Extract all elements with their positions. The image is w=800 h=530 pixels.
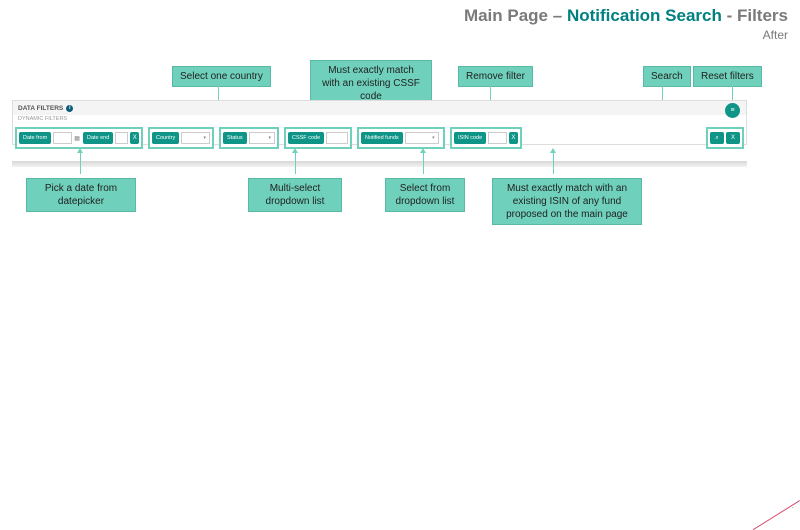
label-date-from: Date from	[19, 132, 51, 144]
dropdown-status[interactable]: ▾	[249, 132, 275, 144]
callout-status: Multi-select dropdown list	[248, 178, 342, 212]
chevron-down-icon: ▾	[268, 135, 271, 141]
info-icon[interactable]: i	[66, 105, 73, 112]
shadow-divider	[12, 161, 747, 167]
arrow-date-bottom	[80, 152, 81, 174]
callout-remove: Remove filter	[458, 66, 533, 87]
input-cssf[interactable]	[326, 132, 348, 144]
label-cssf: CSSF code	[288, 132, 324, 144]
chevron-down-icon: ▾	[203, 135, 206, 141]
save-icon: ≡	[730, 107, 734, 114]
label-country: Country	[152, 132, 179, 144]
label-date-end: Date end	[83, 132, 113, 144]
callout-isin: Must exactly match with an existing ISIN…	[492, 178, 642, 225]
input-date-from[interactable]	[53, 132, 72, 144]
callout-country: Select one country	[172, 66, 271, 87]
page-title-block: Main Page – Notification Search - Filter…	[464, 6, 788, 42]
clear-isin-button[interactable]: X	[509, 132, 518, 144]
chevron-down-icon: ▾	[432, 135, 435, 141]
page-subtitle: After	[464, 28, 788, 42]
arrow-isin-bottom	[553, 152, 554, 174]
filter-group-country: Country ▾	[148, 127, 214, 149]
search-button[interactable]: ⌕	[710, 132, 724, 144]
filter-group-date: Date from ▦ Date end X	[15, 127, 143, 149]
panel-header: DATA FILTERS i	[13, 101, 746, 115]
filter-row: Date from ▦ Date end X Country ▾ Status …	[12, 127, 747, 149]
input-isin[interactable]	[488, 132, 507, 144]
filter-group-cssf: CSSF code	[284, 127, 352, 149]
panel-header-text: DATA FILTERS	[18, 105, 63, 112]
label-notified: Notified funds	[361, 132, 403, 144]
slide-number: .	[792, 501, 794, 510]
label-status: Status	[223, 132, 247, 144]
title-part-main: Main Page	[464, 6, 548, 25]
callout-search: Search	[643, 66, 691, 87]
title-part-section: Notification Search	[567, 6, 722, 25]
clear-date-button[interactable]: X	[130, 132, 139, 144]
panel-subheader: DYNAMIC FILTERS	[13, 115, 746, 122]
callout-notified: Select from dropdown list	[385, 178, 465, 212]
page-title: Main Page – Notification Search - Filter…	[464, 6, 788, 26]
callout-date: Pick a date from datepicker	[26, 178, 136, 212]
title-part-sub: Filters	[737, 6, 788, 25]
filter-group-status: Status ▾	[219, 127, 279, 149]
input-date-end[interactable]	[115, 132, 128, 144]
reset-button[interactable]: X	[726, 132, 740, 144]
dropdown-notified[interactable]: ▾	[405, 132, 439, 144]
search-icon: ⌕	[715, 135, 718, 142]
callout-reset: Reset filters	[693, 66, 762, 87]
calendar-icon[interactable]: ▦	[74, 135, 80, 142]
arrow-search	[662, 85, 663, 101]
dropdown-country[interactable]: ▾	[181, 132, 210, 144]
save-filters-button[interactable]: ≡	[725, 103, 740, 118]
label-isin: ISIN code	[454, 132, 486, 144]
filter-group-isin: ISIN code X	[450, 127, 522, 149]
filter-group-actions: ⌕ X	[706, 127, 744, 149]
filter-group-notified: Notified funds ▾	[357, 127, 445, 149]
arrow-notified-bottom	[423, 152, 424, 174]
arrow-status-bottom	[295, 152, 296, 174]
